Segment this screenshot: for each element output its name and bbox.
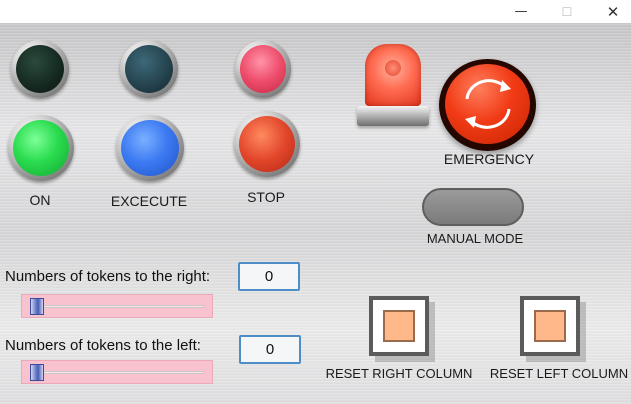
beacon-base [357,106,429,126]
orange-square-icon [383,310,415,342]
dark-green-lamp [11,40,69,98]
stop-lamp [234,111,300,177]
close-button[interactable]: ✕ [590,0,631,23]
orange-square-icon [534,310,566,342]
reset-button-face [524,300,576,352]
rotate-arrows-icon [464,79,511,129]
beacon-glow [385,60,401,76]
manual-mode-label: MANUAL MODE [426,231,524,246]
tokens-left-label: Numbers of tokens to the left: [5,337,201,354]
dark-teal-lamp [120,40,178,98]
emergency-button[interactable] [439,59,536,151]
slider-track [30,371,204,374]
manual-mode-button[interactable] [422,188,524,226]
slider-thumb[interactable] [30,364,44,381]
stop-label: STOP [247,189,285,205]
on-lamp [8,115,74,181]
reset-right-column-button[interactable] [369,296,429,356]
beacon-dome [365,44,421,106]
pink-lamp [235,40,291,98]
reset-left-column-button[interactable] [520,296,580,356]
execute-label: EXCECUTE [110,193,188,209]
lamp-core [13,120,69,176]
maximize-button[interactable]: ☐ [544,0,590,23]
tokens-right-slider[interactable] [21,294,213,318]
tokens-right-label: Numbers of tokens to the right: [5,268,211,285]
title-bar: — ☐ ✕ [0,0,631,24]
reset-left-column-label: RESET LEFT COLUMN [489,366,629,381]
tokens-right-value[interactable]: 0 [238,262,300,291]
emergency-label: EMERGENCY [443,151,535,167]
lamp-core [240,45,286,93]
tokens-left-slider[interactable] [21,360,213,384]
on-label: ON [29,192,51,208]
slider-thumb[interactable] [30,298,44,315]
slider-track [30,305,204,308]
reset-right-column-label: RESET RIGHT COLUMN [325,366,473,381]
lamp-core [125,45,173,93]
lamp-core [16,45,64,93]
emergency-button-face[interactable] [445,64,530,144]
lamp-core [239,116,295,172]
reset-button-face [373,300,425,352]
tokens-left-value[interactable]: 0 [239,335,301,364]
minimize-button[interactable]: — [498,0,544,23]
beacon-light-icon [357,44,429,134]
lamp-core [121,120,179,176]
execute-lamp [116,115,184,181]
